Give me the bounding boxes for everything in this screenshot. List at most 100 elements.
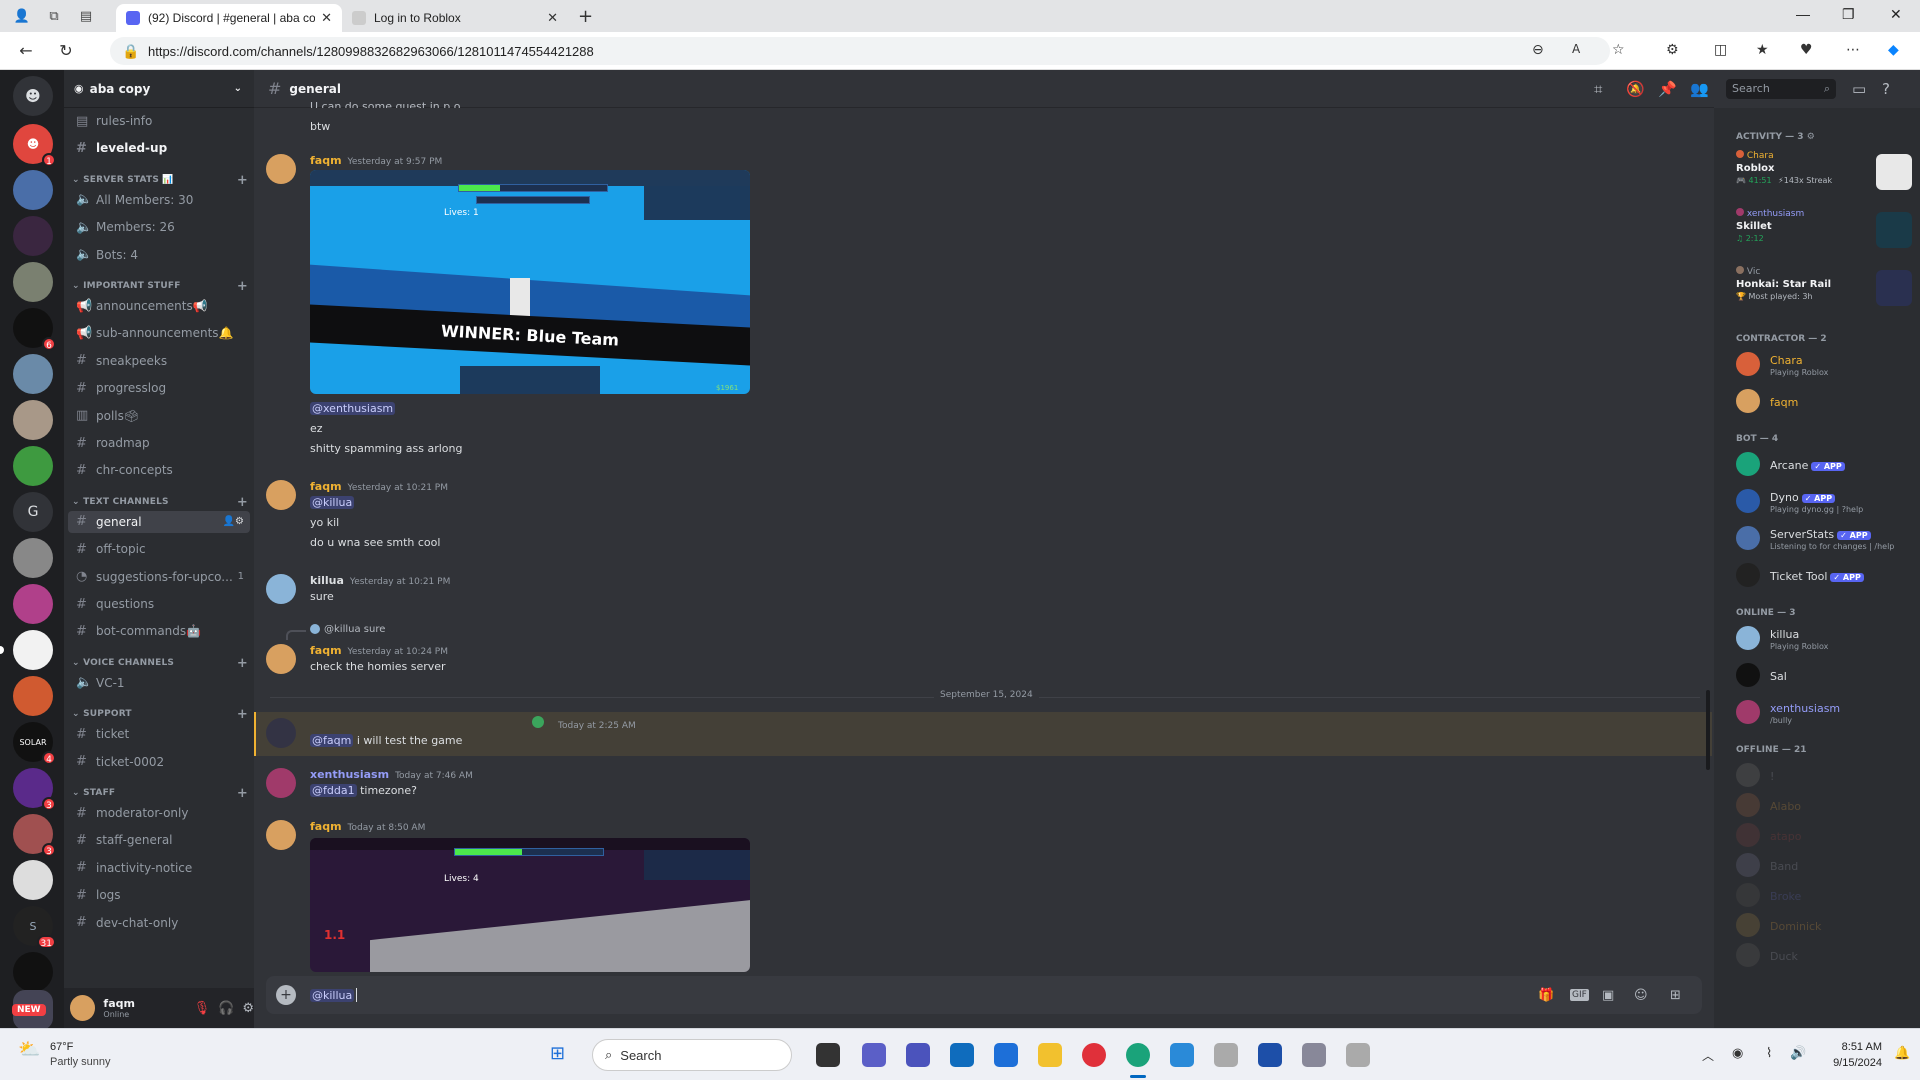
message-author[interactable]: killua Yesterday at 10:21 PM: [310, 574, 450, 587]
favorite-star-icon[interactable]: ☆: [1612, 42, 1625, 58]
opera-icon[interactable]: [1082, 1043, 1106, 1067]
channel-item[interactable]: 🔈 Bots: 4: [68, 244, 250, 266]
help-icon[interactable]: ?: [1882, 80, 1890, 98]
app-icon[interactable]: [1214, 1043, 1238, 1067]
server-icon[interactable]: [13, 216, 53, 256]
app-icon[interactable]: [1346, 1043, 1370, 1067]
member-item[interactable]: Ticket Tool ✓ APP: [1736, 561, 1912, 593]
activity-card[interactable]: Chara Roblox 🎮 41:51 ⚡143x Streak: [1736, 150, 1912, 202]
composer-input-value[interactable]: @killua: [310, 988, 355, 1002]
channel-item[interactable]: ▤ rules-info: [68, 110, 250, 132]
copilot-icon[interactable]: ◆: [1888, 42, 1899, 58]
channel-item[interactable]: # logs: [68, 884, 250, 906]
channel-item[interactable]: # progresslog: [68, 377, 250, 399]
server-icon[interactable]: 3: [13, 814, 56, 857]
notification-bell-icon[interactable]: 🔕: [1626, 80, 1645, 98]
workspaces-icon[interactable]: ⧉: [44, 6, 64, 26]
clock-time[interactable]: 8:51 AM: [1822, 1041, 1882, 1053]
channel-category[interactable]: ⌄ STAFF +: [72, 786, 248, 801]
channel-item[interactable]: # inactivity-notice: [68, 857, 250, 879]
channel-item[interactable]: ▥ polls🗳: [68, 405, 250, 427]
message-author[interactable]: faqm Yesterday at 9:57 PM: [310, 154, 442, 167]
channel-item[interactable]: # off-topic: [68, 538, 250, 560]
server-icon[interactable]: 3: [13, 768, 56, 811]
threads-icon[interactable]: ⌗: [1594, 80, 1602, 98]
more-icon[interactable]: ⋯: [1846, 42, 1860, 58]
member-list-icon[interactable]: 👥: [1690, 80, 1709, 98]
sticker-icon[interactable]: ▣: [1602, 988, 1614, 1003]
avatar[interactable]: [266, 574, 296, 604]
gift-icon[interactable]: 🎁: [1538, 988, 1554, 1003]
add-channel-icon[interactable]: +: [237, 786, 248, 801]
avatar[interactable]: [266, 718, 296, 748]
channel-item[interactable]: # leveled-up: [68, 137, 250, 159]
member-item[interactable]: faqm: [1736, 387, 1912, 419]
channel-item[interactable]: # general 👤⚙: [68, 510, 250, 533]
meet-icon[interactable]: [862, 1043, 886, 1067]
add-attachment-icon[interactable]: +: [276, 985, 296, 1005]
member-item[interactable]: Alabo: [1736, 791, 1912, 823]
start-windows-icon[interactable]: ⊞: [550, 1043, 565, 1064]
minimize-icon[interactable]: —: [1796, 6, 1810, 22]
taskbar-search[interactable]: ⌕ Search: [592, 1039, 792, 1071]
avatar[interactable]: [266, 768, 296, 798]
new-tab-icon[interactable]: +: [578, 6, 593, 27]
app-icon[interactable]: [1170, 1043, 1194, 1067]
edge-icon[interactable]: [1126, 1043, 1150, 1067]
channel-category[interactable]: ⌄ SERVER STATS 📊 +: [72, 173, 248, 188]
zoom-icon[interactable]: ⊖: [1532, 42, 1544, 58]
channel-item[interactable]: 🔈 VC-1: [68, 672, 250, 694]
server-icon[interactable]: [13, 630, 53, 670]
profile-icon[interactable]: 👤: [12, 6, 32, 26]
back-icon[interactable]: ←: [12, 41, 40, 60]
message-author[interactable]: faqm Yesterday at 10:24 PM: [310, 644, 448, 657]
clock-date[interactable]: 9/15/2024: [1822, 1057, 1882, 1069]
channel-item[interactable]: # ticket-0002: [68, 751, 250, 773]
message-author[interactable]: Today at 2:25 AM: [552, 718, 636, 731]
member-item[interactable]: Dominick: [1736, 911, 1912, 943]
channel-item[interactable]: # chr-concepts: [68, 459, 250, 481]
wifi-icon[interactable]: ⌇: [1766, 1045, 1772, 1061]
add-channel-icon[interactable]: +: [237, 279, 248, 294]
channel-item[interactable]: # questions: [68, 593, 250, 615]
message-author[interactable]: faqm Today at 8:50 AM: [310, 820, 425, 833]
add-channel-icon[interactable]: +: [237, 495, 248, 510]
user-mention[interactable]: @killua: [310, 496, 355, 509]
teams-icon[interactable]: [906, 1043, 930, 1067]
channel-category[interactable]: ⌄ VOICE CHANNELS +: [72, 656, 248, 671]
member-item[interactable]: Broke: [1736, 881, 1912, 913]
member-item[interactable]: xenthusiasm /bully: [1736, 698, 1912, 730]
tab-roblox[interactable]: Log in to Roblox ✕: [342, 4, 568, 32]
server-icon[interactable]: SOLAR 4: [13, 722, 56, 765]
channel-item[interactable]: ◔ suggestions-for-upco... 1: [68, 566, 250, 588]
channel-category[interactable]: ⌄ TEXT CHANNELS +: [72, 495, 248, 510]
game-screenshot-image[interactable]: Lives: 1 WINNER: Blue Team $1961: [310, 170, 750, 394]
member-item[interactable]: Dyno ✓ APP Playing dyno.gg | ?help: [1736, 487, 1912, 519]
member-item[interactable]: Arcane ✓ APP: [1736, 450, 1912, 482]
notification-bell-icon[interactable]: 🔔: [1894, 1045, 1910, 1061]
server-icon[interactable]: [13, 170, 53, 210]
close-tab-icon[interactable]: ✕: [321, 10, 332, 26]
browser-essentials-icon[interactable]: ♥: [1800, 42, 1813, 58]
pin-icon[interactable]: 📌: [1658, 80, 1677, 98]
apps-icon[interactable]: ⊞: [1670, 988, 1681, 1003]
server-icon[interactable]: ☻ 1: [13, 124, 56, 167]
server-icon[interactable]: [13, 446, 53, 486]
avatar[interactable]: [266, 154, 296, 184]
server-header[interactable]: ◉ aba copy ⌄: [64, 70, 254, 108]
member-item[interactable]: Band: [1736, 851, 1912, 883]
server-icon[interactable]: [13, 400, 53, 440]
member-item[interactable]: atapo: [1736, 821, 1912, 853]
channel-item[interactable]: # staff-general: [68, 829, 250, 851]
chat-scrollbar[interactable]: [1706, 690, 1710, 770]
close-window-icon[interactable]: ✕: [1890, 6, 1902, 23]
channel-item[interactable]: 🔈 All Members: 30: [68, 189, 250, 211]
server-icon[interactable]: [13, 538, 53, 578]
server-icon[interactable]: [13, 860, 53, 900]
weather-sun-icon[interactable]: ⛅: [18, 1039, 40, 1060]
avatar[interactable]: [70, 995, 96, 1021]
server-icon[interactable]: S 31: [13, 906, 56, 949]
channel-item[interactable]: # ticket: [68, 723, 250, 745]
store-icon[interactable]: [994, 1043, 1018, 1067]
channel-item[interactable]: # dev-chat-only: [68, 912, 250, 934]
